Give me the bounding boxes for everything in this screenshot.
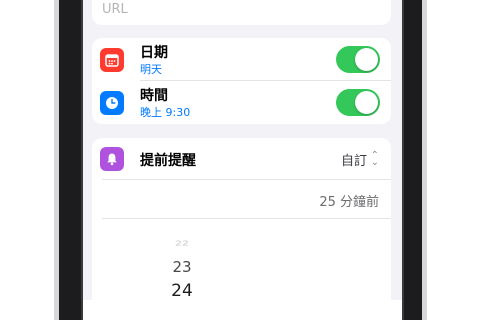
minutes-picker[interactable]: 22 23 24	[92, 219, 391, 300]
calendar-icon	[100, 48, 124, 72]
time-label: 時間	[140, 88, 168, 104]
chevron-up-down-icon: ⌃ ⌄	[370, 150, 379, 168]
phone-frame-left	[59, 0, 83, 320]
date-time-card: 日期 明天 時間 晚上 9:30	[92, 38, 391, 124]
early-reminder-label: 提前提醒	[140, 153, 196, 169]
minutes-summary-row[interactable]: 25 分鐘前	[92, 180, 391, 218]
early-reminder-row[interactable]: 提前提醒 自訂 ⌃ ⌄	[92, 138, 391, 180]
date-row[interactable]: 日期 明天	[92, 38, 391, 81]
phone-frame-right	[402, 0, 424, 320]
early-reminder-card: 提前提醒 自訂 ⌃ ⌄ 25 分鐘前 22 23 24	[92, 138, 391, 300]
picker-item[interactable]: 22	[162, 240, 202, 248]
early-reminder-value[interactable]: 自訂	[341, 150, 367, 169]
time-toggle-knob	[355, 91, 378, 114]
date-value[interactable]: 明天	[140, 61, 162, 77]
date-label: 日期	[140, 45, 168, 61]
bell-icon	[100, 147, 124, 171]
time-value[interactable]: 晚上 9:30	[140, 104, 190, 120]
time-row[interactable]: 時間 晚上 9:30	[92, 81, 391, 124]
picker-item[interactable]: 24	[162, 281, 202, 300]
url-field[interactable]: URL	[102, 2, 128, 17]
time-toggle[interactable]	[336, 89, 380, 116]
date-toggle-knob	[355, 48, 378, 71]
reminder-details-screen: URL 日期 明天 時間 晚上 9:30 提前提醒 自訂 ⌃ ⌄ 25 分鐘前 …	[83, 0, 402, 300]
minutes-summary: 25 分鐘前	[319, 195, 379, 210]
clock-icon	[100, 91, 124, 115]
url-card: URL	[92, 0, 391, 25]
phone-frame-edge-right	[422, 0, 427, 320]
picker-item[interactable]: 23	[162, 258, 202, 276]
date-toggle[interactable]	[336, 46, 380, 73]
